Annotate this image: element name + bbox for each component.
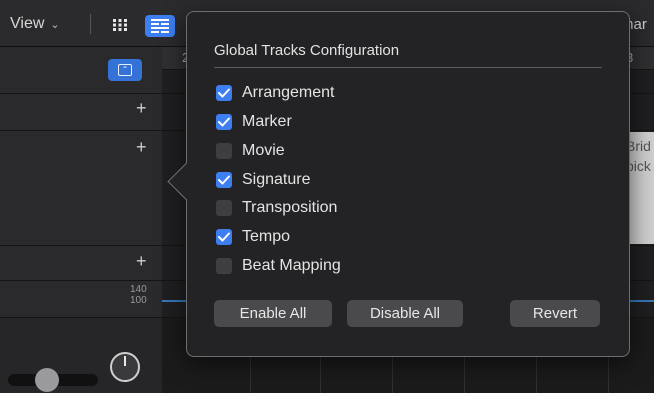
tempo-range: 140 100 [130, 284, 147, 306]
popover-title: Global Tracks Configuration [214, 42, 400, 59]
revert-button[interactable]: Revert [510, 300, 600, 327]
option-label: Marker [242, 113, 292, 130]
checkmark-icon [218, 175, 230, 185]
checkbox-unchecked[interactable] [216, 258, 232, 274]
grid-view-icon [113, 19, 127, 31]
option-label: Movie [242, 142, 285, 159]
option-movie[interactable]: Movie [216, 142, 285, 160]
checkmark-icon [218, 88, 230, 98]
chevron-down-icon: ⌄ [50, 18, 60, 31]
view-menu[interactable]: View ⌄ [10, 15, 60, 33]
popover-divider [214, 67, 602, 68]
list-view-button[interactable] [145, 15, 175, 37]
checkbox-unchecked[interactable] [216, 200, 232, 216]
grid-view-button[interactable] [106, 15, 134, 35]
tempo-min-value: 100 [130, 295, 147, 306]
option-transposition[interactable]: Transposition [216, 199, 337, 217]
option-arrangement[interactable]: Arrangement [216, 84, 335, 102]
list-view-icon [151, 19, 169, 33]
volume-slider-knob[interactable] [35, 368, 59, 392]
region-text: Brid [626, 138, 651, 154]
plus-icon[interactable]: + [136, 137, 147, 158]
checkbox-checked[interactable] [216, 85, 232, 101]
collapse-global-tracks-button[interactable]: ⌃ [108, 59, 142, 81]
checkbox-checked[interactable] [216, 229, 232, 245]
option-marker[interactable]: Marker [216, 113, 292, 131]
option-tempo[interactable]: Tempo [216, 228, 290, 246]
checkbox-unchecked[interactable] [216, 143, 232, 159]
region-text: pick [626, 158, 651, 174]
option-label: Transposition [242, 199, 338, 216]
disable-all-button[interactable]: Disable All [347, 300, 463, 327]
option-label: Arrangement [242, 84, 335, 101]
enable-all-button[interactable]: Enable All [214, 300, 332, 327]
checkmark-icon [218, 232, 230, 242]
tempo-max-value: 140 [130, 284, 147, 295]
checkmark-icon [218, 117, 230, 127]
collapse-icon: ⌃ [118, 64, 132, 76]
checkbox-checked[interactable] [216, 172, 232, 188]
option-signature[interactable]: Signature [216, 171, 311, 189]
checkbox-checked[interactable] [216, 114, 232, 130]
option-label: Tempo [242, 228, 291, 245]
option-label: Beat Mapping [242, 257, 341, 274]
option-label: Signature [242, 171, 311, 188]
plus-icon[interactable]: + [136, 251, 147, 272]
view-menu-label: View [10, 15, 45, 32]
option-beat-mapping[interactable]: Beat Mapping [216, 257, 341, 275]
toolbar-divider [90, 14, 91, 34]
pan-knob[interactable] [110, 352, 140, 382]
plus-icon[interactable]: + [136, 98, 147, 119]
